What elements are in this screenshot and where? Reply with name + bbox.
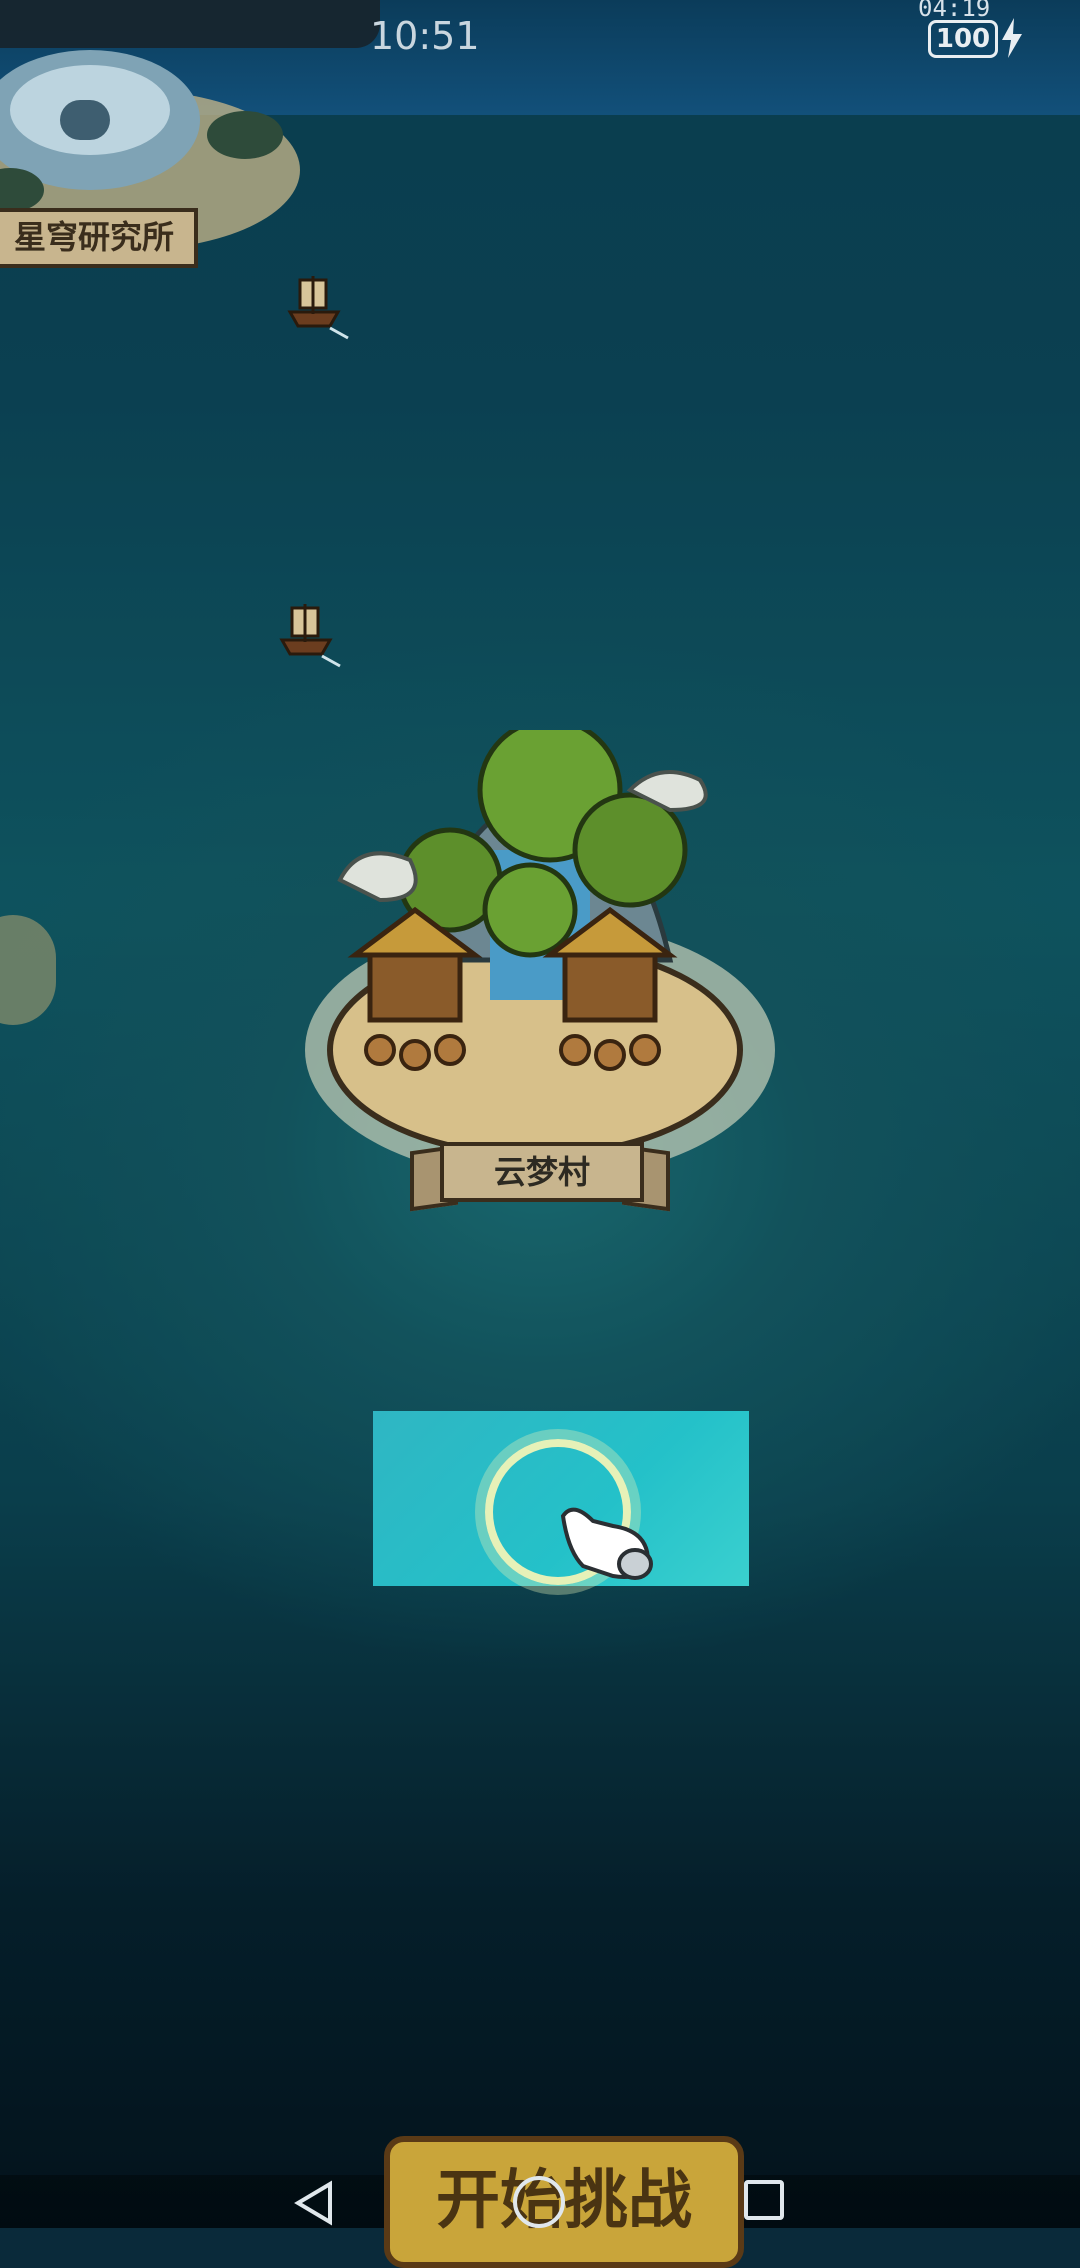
overlay-timer: 04:19 <box>918 0 991 22</box>
sailing-ship-icon <box>279 604 341 668</box>
status-clock: 10:51 <box>370 14 480 58</box>
back-triangle-icon[interactable] <box>290 2178 340 2228</box>
battery-indicator: 100 <box>928 20 998 58</box>
sailing-ship-icon <box>287 276 349 340</box>
system-navigation-bar <box>0 2168 1080 2228</box>
tap-hand-icon <box>560 1507 653 1580</box>
home-circle-icon[interactable] <box>513 2176 565 2228</box>
research-station-label: 星穹研究所 <box>0 208 198 268</box>
tutorial-tap-area[interactable] <box>373 1411 749 1586</box>
village-label: 云梦村 <box>440 1142 644 1202</box>
charging-bolt-icon <box>1002 18 1022 58</box>
recents-square-icon[interactable] <box>744 2180 784 2220</box>
